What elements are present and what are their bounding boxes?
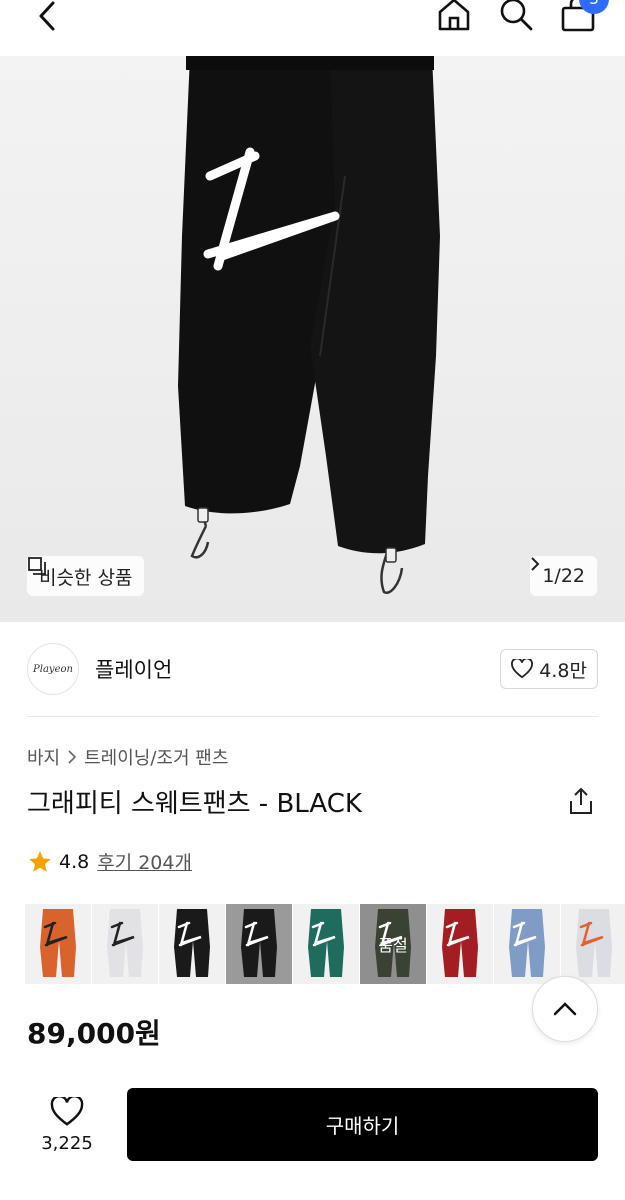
back-button[interactable] <box>30 0 64 36</box>
swatch-pants-thumbnail <box>241 909 277 977</box>
chevron-up-icon <box>553 1002 577 1016</box>
color-options: 품절 <box>25 904 625 984</box>
swatch-pants-thumbnail <box>174 909 210 977</box>
image-counter-button[interactable]: 1/22 <box>530 556 597 596</box>
brand-logo-text: Playeon <box>33 663 73 675</box>
star-icon <box>29 850 51 872</box>
swatch-pants-thumbnail <box>442 909 478 977</box>
wishlist-button[interactable]: 3,225 <box>30 1090 104 1160</box>
brand-row: Playeon 플레이언 4.8만 <box>27 642 598 696</box>
color-swatch[interactable] <box>427 904 493 984</box>
similar-products-label: 비슷한 상품 <box>39 566 133 589</box>
brand-like-button[interactable]: 4.8만 <box>500 649 598 689</box>
home-button[interactable] <box>435 0 473 34</box>
color-swatch[interactable] <box>293 904 359 984</box>
scroll-to-top-button[interactable] <box>532 976 598 1042</box>
product-image-pants <box>178 56 440 594</box>
swatch-pants-thumbnail <box>107 909 143 977</box>
heart-icon <box>50 1096 84 1126</box>
product-price: 89,000원 <box>27 1017 161 1050</box>
color-swatch[interactable] <box>92 904 158 984</box>
home-icon <box>438 0 470 31</box>
color-swatch[interactable] <box>494 904 560 984</box>
color-swatch[interactable] <box>226 904 292 984</box>
brand-logo[interactable]: Playeon <box>27 643 79 695</box>
image-counter-label: 1/22 <box>542 565 585 587</box>
swatch-pants-thumbnail <box>308 909 344 977</box>
buy-button[interactable]: 구매하기 <box>127 1088 598 1161</box>
brand-like-count: 4.8만 <box>539 659 587 682</box>
sold-out-label: 품절 <box>378 936 408 955</box>
breadcrumb: 바지 트레이닝/조거 팬츠 <box>27 744 228 770</box>
brand-name[interactable]: 플레이언 <box>95 654 172 684</box>
wishlist-count: 3,225 <box>41 1132 93 1154</box>
search-icon <box>500 0 533 31</box>
review-count-link[interactable]: 후기 204개 <box>97 848 192 875</box>
chevron-right-icon <box>531 557 540 571</box>
rating-value: 4.8 <box>59 850 90 873</box>
chevron-right-icon <box>68 750 77 764</box>
share-button[interactable] <box>566 786 596 816</box>
share-icon <box>570 787 592 814</box>
color-swatch[interactable] <box>159 904 225 984</box>
color-swatch[interactable] <box>25 904 91 984</box>
breadcrumb-category[interactable]: 바지 <box>27 744 60 770</box>
product-title: 그래피티 스웨트팬츠 - BLACK <box>27 789 362 819</box>
top-navigation-bar: 3 <box>0 0 625 56</box>
color-swatch[interactable]: 품절 <box>360 904 426 984</box>
similar-products-icon <box>28 557 46 575</box>
similar-products-button[interactable]: 비슷한 상품 <box>27 556 145 596</box>
back-chevron-icon <box>39 1 55 31</box>
swatch-pants-thumbnail <box>576 909 612 977</box>
heart-icon <box>511 659 534 679</box>
rating-row: 4.8 후기 204개 <box>27 848 192 875</box>
search-button[interactable] <box>497 0 535 34</box>
cart-button[interactable]: 3 <box>559 0 609 34</box>
product-image-carousel[interactable]: 비슷한 상품 1/22 <box>0 56 625 622</box>
divider <box>27 716 598 717</box>
swatch-pants-thumbnail <box>509 909 545 977</box>
swatch-pants-thumbnail <box>40 909 76 977</box>
color-swatch[interactable] <box>561 904 625 984</box>
breadcrumb-subcategory[interactable]: 트레이닝/조거 팬츠 <box>84 744 228 770</box>
